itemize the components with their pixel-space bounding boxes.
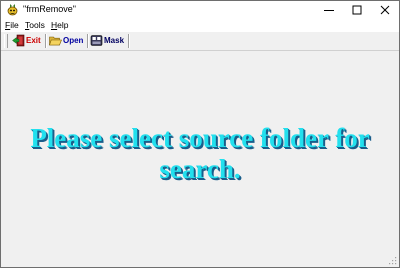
open-folder-icon [49,36,62,46]
toolbar-separator [128,34,130,48]
menu-tools-label: ools [29,20,45,30]
mask-button[interactable]: Mask [90,33,126,49]
app-window: "frmRemove" File Tools Help Exit Open Ma… [0,0,400,268]
title-bar[interactable]: "frmRemove" [1,1,399,19]
menu-bar: File Tools Help [1,19,399,32]
toolbar-grip[interactable] [4,34,8,48]
maximize-icon [352,5,362,15]
toolbar-separator [45,34,47,48]
close-icon [380,5,390,15]
minimize-button[interactable] [315,1,343,19]
open-button[interactable]: Open [49,33,85,49]
menu-file[interactable]: File [5,20,19,30]
menu-help-label: elp [57,20,69,30]
main-content-area: Please select source folder for search. [1,51,399,267]
menu-tools[interactable]: Tools [25,20,45,30]
exit-label: Exit [26,36,41,45]
mask-label: Mask [104,36,125,45]
open-label: Open [63,36,84,45]
app-icon[interactable] [6,3,19,16]
toolbar-separator [87,34,89,48]
menu-help[interactable]: Help [51,20,68,30]
close-button[interactable] [371,1,399,19]
mask-icon [90,35,103,46]
exit-button[interactable]: Exit [12,33,42,49]
resize-grip-icon[interactable] [389,257,397,265]
instruction-message: Please select source folder for search. [30,123,370,184]
window-title: "frmRemove" [23,4,76,14]
exit-icon [12,34,25,47]
minimize-icon [324,10,334,11]
menu-file-label: ile [10,20,19,30]
toolbar: Exit Open Mask [1,32,399,51]
maximize-button[interactable] [343,1,371,19]
